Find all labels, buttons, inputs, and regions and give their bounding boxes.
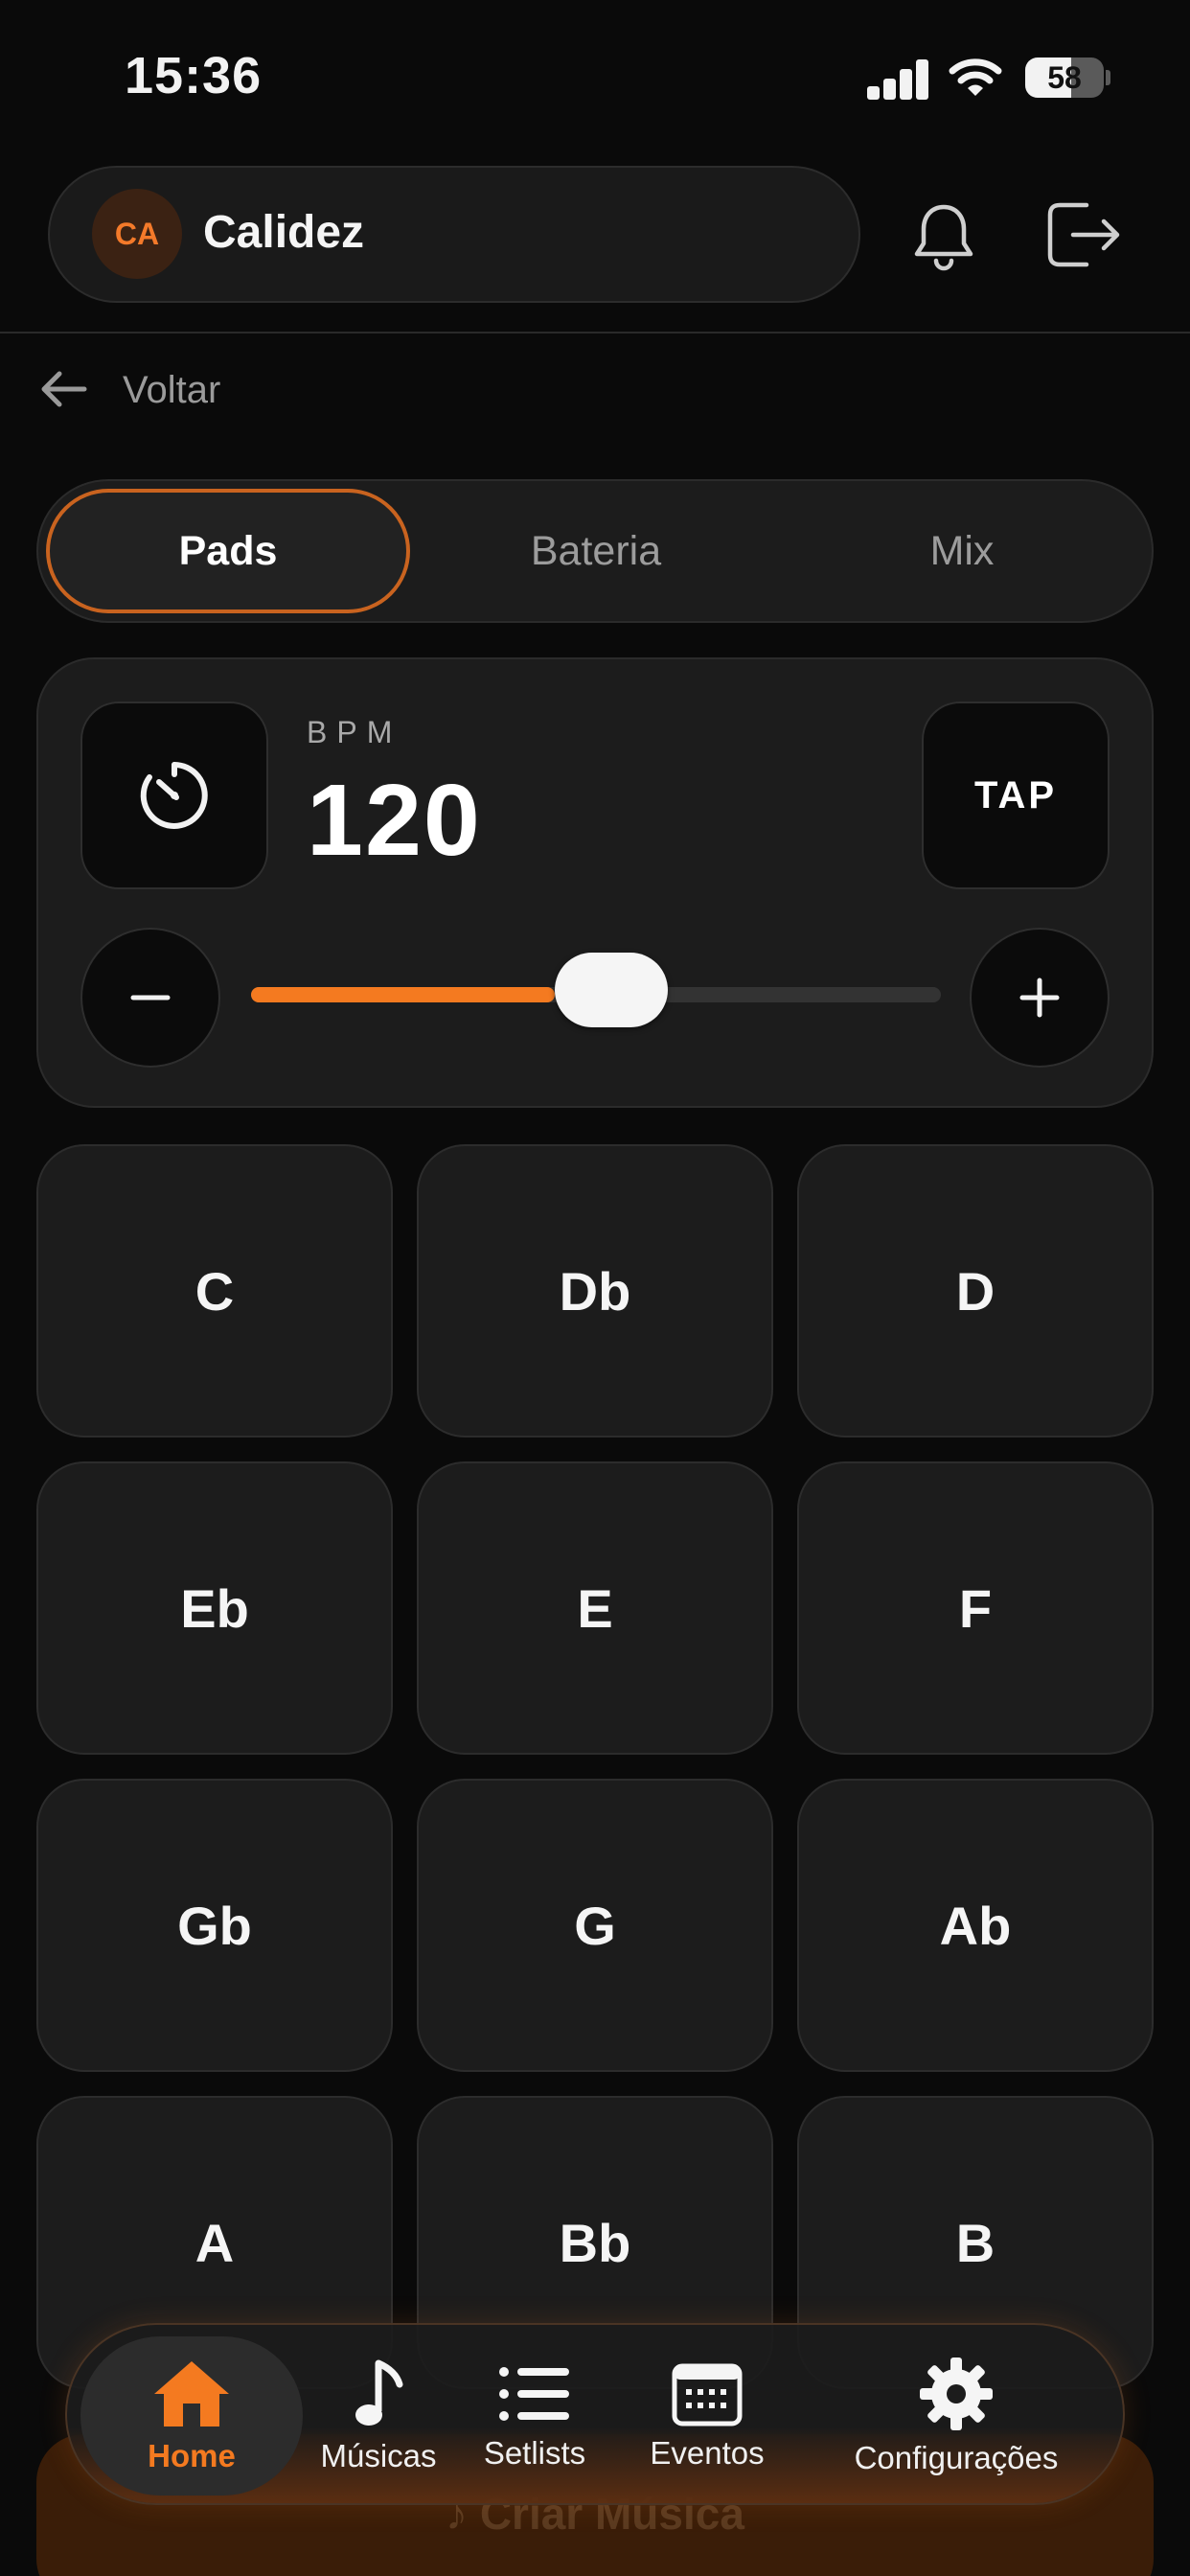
nav-configuracoes[interactable]: Configurações [799,2325,1113,2503]
user-profile-pill[interactable]: CA Calidez [48,166,860,303]
header-divider [0,332,1190,334]
decrease-bpm-button[interactable] [80,928,220,1068]
gear-icon [920,2358,993,2430]
avatar: CA [92,189,182,279]
metronome-button[interactable] [80,702,268,889]
increase-bpm-button[interactable] [970,928,1110,1068]
home-icon [154,2361,229,2426]
minus-icon [130,995,171,1000]
plus-icon [1019,978,1060,1018]
bpm-label: BPM [307,715,402,749]
bpm-slider[interactable] [251,953,941,1027]
pad-d[interactable]: D [797,1144,1154,1438]
nav-home[interactable]: Home [80,2325,303,2503]
nav-musicas[interactable]: Músicas [303,2325,454,2503]
nav-setlists[interactable]: Setlists [454,2325,615,2503]
nav-home-label: Home [148,2438,236,2473]
status-time: 15:36 [125,47,263,104]
bpm-slider-fill [251,987,555,1002]
pad-eb[interactable]: Eb [36,1461,393,1755]
nav-musicas-label: Músicas [320,2438,437,2473]
nav-configuracoes-label: Configurações [854,2440,1059,2475]
bell-icon[interactable] [910,201,977,272]
tab-bar: Pads Bateria Mix [36,479,1154,623]
pad-e[interactable]: E [417,1461,773,1755]
nav-eventos[interactable]: Eventos [615,2325,799,2503]
bpm-card: BPM 120 TAP [36,657,1154,1108]
pad-gb[interactable]: Gb [36,1779,393,2072]
timer-icon [140,762,208,829]
tab-mix[interactable]: Mix [780,489,1144,613]
bpm-slider-thumb[interactable] [554,953,668,1027]
cellular-signal-icon [867,58,930,100]
battery-level: 58 [1047,60,1082,95]
battery-icon: 58 [1025,58,1110,98]
logout-icon[interactable] [1044,199,1123,270]
pad-db[interactable]: Db [417,1144,773,1438]
tap-tempo-button[interactable]: TAP [922,702,1110,889]
back-button[interactable]: Voltar [123,369,220,412]
pad-f[interactable]: F [797,1461,1154,1755]
back-arrow-icon[interactable] [38,366,88,412]
nav-eventos-label: Eventos [650,2435,765,2471]
music-note-icon [355,2359,403,2426]
list-icon [499,2367,569,2421]
tab-pads[interactable]: Pads [46,489,410,613]
wifi-icon [949,58,1002,96]
tab-bateria[interactable]: Bateria [414,489,778,613]
bpm-value: 120 [307,764,482,877]
calendar-icon [672,2363,743,2426]
pad-ab[interactable]: Ab [797,1779,1154,2072]
pad-c[interactable]: C [36,1144,393,1438]
nav-setlists-label: Setlists [483,2435,586,2471]
pad-g[interactable]: G [417,1779,773,2072]
user-name: Calidez [203,207,365,258]
bottom-nav: Home Músicas Setlists Eventos Configuraç… [65,2323,1125,2505]
